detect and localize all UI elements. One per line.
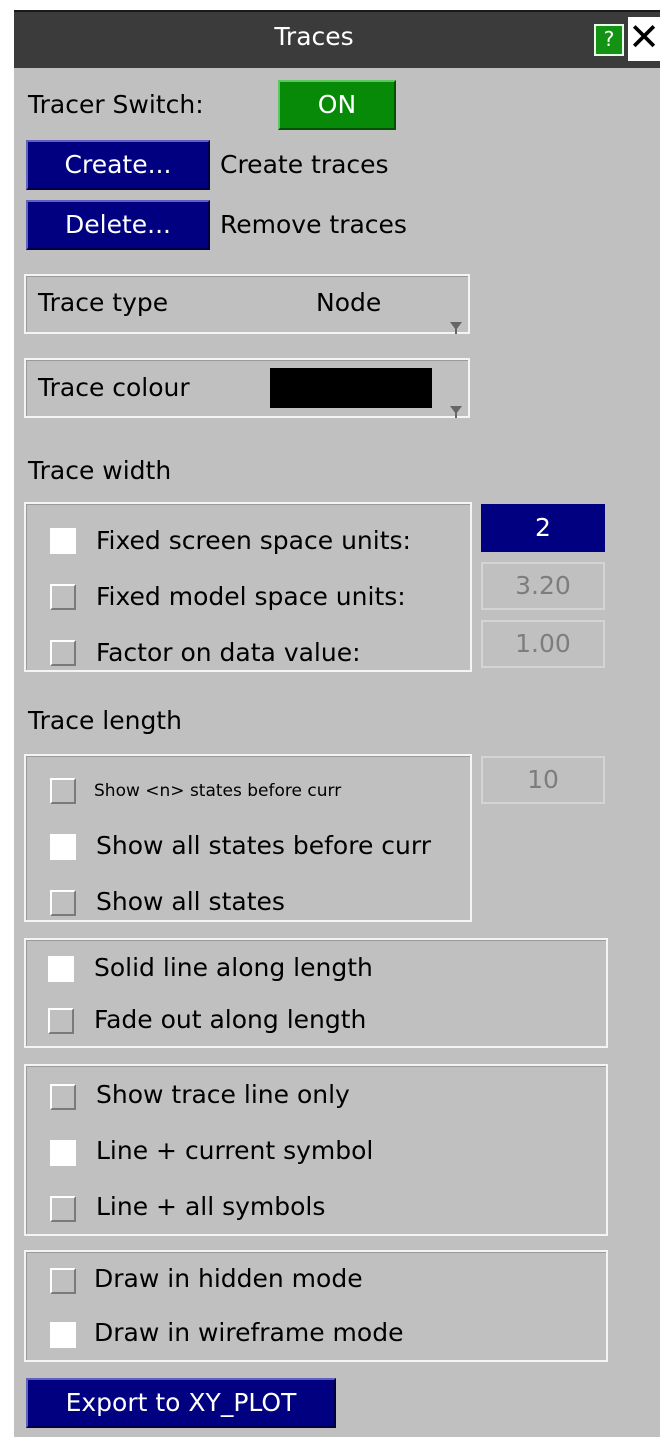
close-icon[interactable]: ✕ — [628, 17, 660, 61]
n-states-input[interactable]: 10 — [481, 756, 605, 804]
draw-mode-group: Draw in hidden mode Draw in wireframe mo… — [24, 1250, 608, 1362]
all-symbols-label: Line + all symbols — [96, 1192, 326, 1221]
window-title: Traces — [274, 22, 354, 51]
trace-type-label: Trace type — [38, 288, 169, 317]
export-xy-plot-button[interactable]: Export to XY_PLOT — [26, 1378, 336, 1428]
wireframe-mode-label: Draw in wireframe mode — [94, 1318, 404, 1347]
show-all-states-checkbox[interactable] — [50, 890, 76, 916]
trace-type-value: Node — [316, 288, 382, 317]
tracer-switch-label: Tracer Switch: — [28, 90, 204, 119]
factor-data-value-label: Factor on data value: — [96, 638, 361, 667]
title-bar[interactable]: Traces ? ✕ — [14, 10, 660, 68]
line-style-group: Solid line along length Fade out along l… — [24, 938, 608, 1048]
show-all-before-label: Show all states before curr — [96, 831, 431, 860]
delete-button[interactable]: Delete... — [26, 200, 210, 250]
help-button[interactable]: ? — [594, 24, 624, 56]
show-n-states-checkbox[interactable] — [50, 778, 76, 804]
solid-line-label: Solid line along length — [94, 953, 373, 982]
trace-colour-swatch — [270, 368, 432, 408]
current-symbol-checkbox[interactable] — [50, 1140, 76, 1166]
fade-out-label: Fade out along length — [94, 1005, 367, 1034]
trace-colour-label: Trace colour — [38, 373, 190, 402]
fade-out-checkbox[interactable] — [48, 1008, 74, 1034]
trace-width-group: Fixed screen space units: Fixed model sp… — [24, 502, 472, 672]
all-symbols-checkbox[interactable] — [50, 1196, 76, 1222]
traces-panel: Traces ? ✕ Tracer Switch: ON Create... C… — [14, 10, 660, 1437]
dropdown-arrow-icon — [450, 406, 462, 418]
hidden-mode-label: Draw in hidden mode — [94, 1264, 363, 1293]
factor-data-value-checkbox[interactable] — [50, 640, 76, 666]
show-all-states-label: Show all states — [96, 887, 285, 916]
trace-colour-dropdown[interactable]: Trace colour — [24, 358, 470, 418]
trace-type-dropdown[interactable]: Trace type Node — [24, 274, 470, 334]
trace-length-group: Show <n> states before curr Show all sta… — [24, 754, 472, 922]
fixed-model-units-checkbox[interactable] — [50, 584, 76, 610]
symbols-group: Show trace line only Line + current symb… — [24, 1064, 608, 1236]
fixed-model-units-label: Fixed model space units: — [96, 582, 406, 611]
solid-line-checkbox[interactable] — [48, 956, 74, 982]
wireframe-mode-checkbox[interactable] — [50, 1322, 76, 1348]
tracer-switch-toggle[interactable]: ON — [278, 80, 396, 130]
trace-length-heading: Trace length — [28, 706, 182, 735]
hidden-mode-checkbox[interactable] — [50, 1268, 76, 1294]
factor-data-value-input[interactable]: 1.00 — [481, 620, 605, 668]
fixed-screen-units-label: Fixed screen space units: — [96, 526, 411, 555]
trace-width-heading: Trace width — [28, 456, 172, 485]
show-all-before-checkbox[interactable] — [50, 834, 76, 860]
current-symbol-label: Line + current symbol — [96, 1136, 374, 1165]
dropdown-arrow-icon — [450, 322, 462, 334]
fixed-model-units-input[interactable]: 3.20 — [481, 562, 605, 610]
trace-line-only-checkbox[interactable] — [50, 1084, 76, 1110]
create-description: Create traces — [220, 150, 389, 179]
show-n-states-label: Show <n> states before curr — [94, 781, 342, 801]
fixed-screen-units-input[interactable]: 2 — [481, 504, 605, 552]
create-button[interactable]: Create... — [26, 140, 210, 190]
trace-line-only-label: Show trace line only — [96, 1080, 350, 1109]
fixed-screen-units-checkbox[interactable] — [50, 528, 76, 554]
delete-description: Remove traces — [220, 210, 407, 239]
